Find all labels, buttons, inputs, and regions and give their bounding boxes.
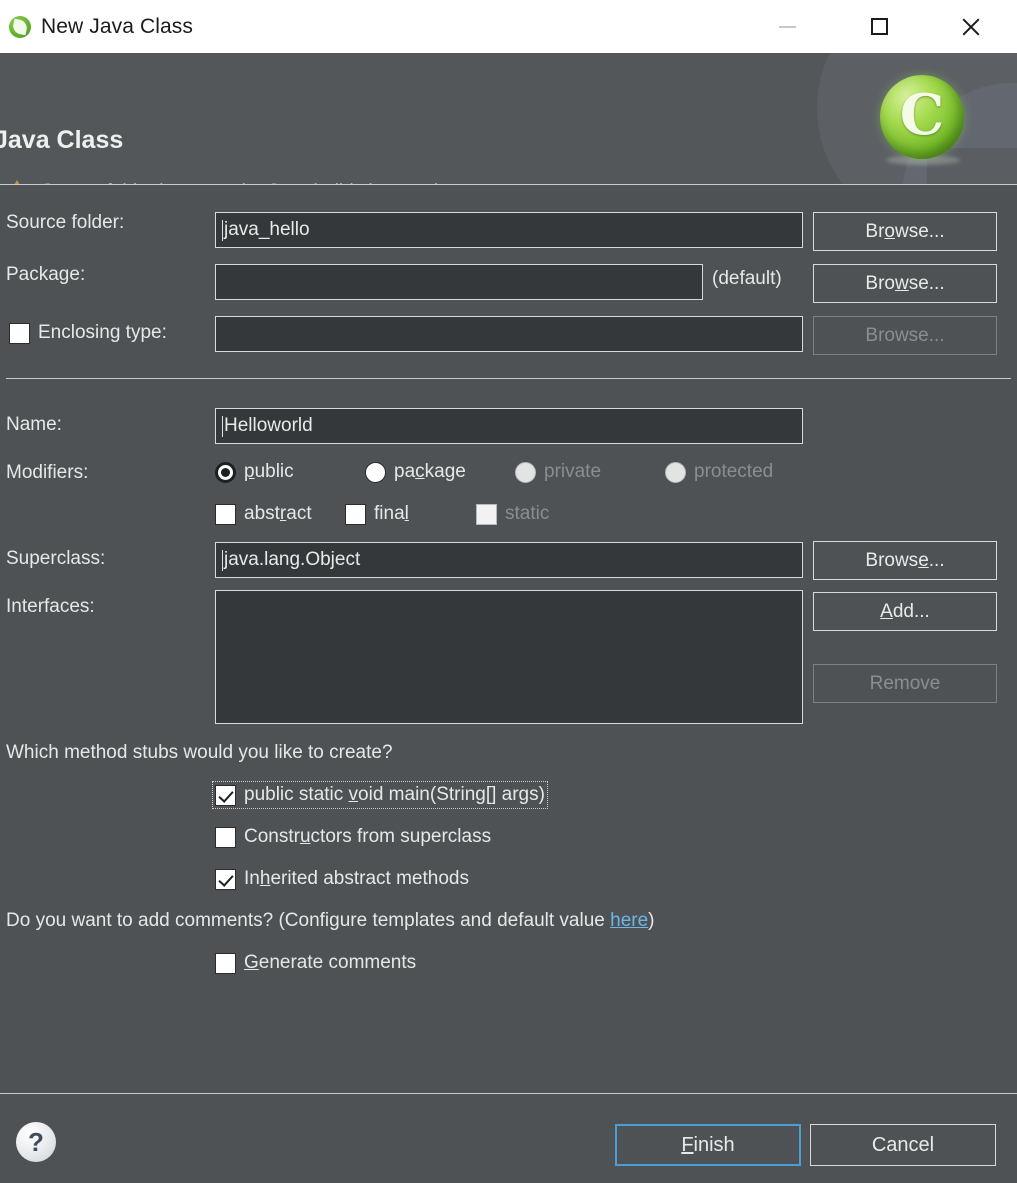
modifier-radio-protected: protected — [665, 461, 773, 483]
header-separator — [0, 184, 1017, 185]
dialog-body: Source folder: java_hello Browse... Pack… — [0, 186, 1017, 1093]
modifier-label-protected: protected — [694, 461, 774, 482]
maximize-button[interactable] — [833, 0, 925, 53]
modifier-label-static: static — [505, 503, 550, 524]
static-checkbox — [476, 503, 497, 525]
stub-checkbox-constructors[interactable]: Constructors from superclass — [215, 826, 491, 848]
minimize-icon — [778, 25, 796, 28]
source-folder-value: java_hello — [224, 219, 310, 240]
private-radio — [515, 461, 536, 483]
enclosing-type-checkbox[interactable] — [9, 322, 30, 344]
footer-separator — [0, 1093, 1017, 1094]
enclosing-type-browse-button: Browse... — [813, 316, 997, 355]
interfaces-add-button[interactable]: Add... — [813, 592, 997, 631]
comments-question-prefix: Do you want to add comments? (Configure … — [6, 910, 611, 931]
browse-label-prefix: Br — [865, 220, 885, 242]
modifier-checkbox-abstract[interactable]: abstract — [215, 503, 312, 525]
minimize-button[interactable] — [741, 0, 833, 53]
source-folder-label: Source folder: — [6, 212, 125, 233]
constructors-checkbox[interactable] — [215, 826, 236, 848]
interfaces-list[interactable] — [215, 590, 803, 724]
abstract-checkbox[interactable] — [215, 503, 236, 525]
public-radio[interactable] — [215, 461, 236, 483]
cancel-button[interactable]: Cancel — [810, 1124, 996, 1166]
generate-comments-row[interactable]: Generate comments — [215, 952, 416, 974]
maximize-icon — [870, 18, 888, 35]
enclosing-type-label: Enclosing type: — [38, 322, 167, 343]
name-input[interactable]: Helloworld — [215, 408, 803, 444]
section-separator-1 — [6, 378, 1011, 379]
text-caret — [222, 549, 223, 571]
window-title: New Java Class — [41, 14, 193, 38]
close-icon — [960, 16, 982, 38]
dialog-header: C Java Class Source folder is not on the… — [0, 53, 1017, 185]
final-checkbox[interactable] — [345, 503, 366, 525]
modifier-checkbox-final[interactable]: final — [345, 503, 409, 525]
comments-question: Do you want to add comments? (Configure … — [6, 910, 654, 932]
modifier-radio-package[interactable]: package — [365, 461, 466, 483]
stub-checkbox-main-method[interactable]: public static void main(String[] args) — [212, 781, 548, 809]
source-folder-input[interactable]: java_hello — [215, 212, 803, 248]
package-input[interactable] — [215, 264, 703, 300]
stub-checkbox-inherited-abstract[interactable]: Inherited abstract methods — [215, 868, 469, 890]
finish-button[interactable]: Finish — [615, 1124, 801, 1166]
package-browse-button[interactable]: Browse... — [813, 264, 997, 303]
interfaces-remove-label: Remove — [869, 672, 941, 694]
comments-question-suffix: ) — [648, 910, 655, 931]
text-caret — [222, 219, 223, 241]
name-value: Helloworld — [224, 415, 313, 436]
source-folder-browse-button[interactable]: Browse... — [813, 212, 997, 251]
generate-comments-checkbox[interactable] — [215, 952, 236, 974]
modifier-label-public-rest: ublic — [254, 461, 294, 482]
configure-templates-link[interactable]: here — [610, 910, 648, 931]
close-button[interactable] — [925, 0, 1017, 53]
inherited-abstract-checkbox[interactable] — [215, 868, 236, 890]
enclosing-type-checkbox-row[interactable]: Enclosing type: — [9, 322, 167, 344]
title-bar: New Java Class — [0, 0, 1017, 53]
main-method-checkbox[interactable] — [215, 784, 236, 806]
interfaces-label: Interfaces: — [6, 596, 95, 617]
modifiers-label: Modifiers: — [6, 462, 89, 483]
protected-radio — [665, 461, 686, 483]
interfaces-remove-button: Remove — [813, 664, 997, 703]
name-label: Name: — [6, 414, 62, 435]
new-java-class-dialog: New Java Class C Java Class Source folde… — [0, 0, 1017, 1183]
modifier-radio-public[interactable]: public — [215, 461, 294, 483]
spring-leaf-icon — [8, 15, 32, 39]
modifier-checkbox-static: static — [476, 503, 549, 525]
enclosing-type-input[interactable] — [215, 316, 803, 352]
text-caret — [222, 415, 223, 437]
help-icon[interactable]: ? — [16, 1122, 56, 1162]
package-radio[interactable] — [365, 461, 386, 483]
banner-icon-letter: C — [899, 82, 945, 148]
superclass-label: Superclass: — [6, 548, 106, 569]
window-controls — [741, 0, 1017, 53]
enclosing-type-browse-label: Browse... — [865, 324, 945, 346]
java-class-banner-icon: C — [880, 75, 968, 165]
method-stubs-question: Which method stubs would you like to cre… — [6, 742, 393, 763]
package-default-suffix: (default) — [712, 268, 782, 289]
superclass-input[interactable]: java.lang.Object — [215, 542, 803, 578]
package-label: Package: — [6, 264, 86, 285]
modifier-radio-private: private — [515, 461, 601, 483]
superclass-value: java.lang.Object — [224, 549, 361, 570]
modifier-label-private: private — [544, 461, 602, 482]
page-title: Java Class — [0, 126, 124, 154]
superclass-browse-button[interactable]: Browse... — [813, 541, 997, 580]
